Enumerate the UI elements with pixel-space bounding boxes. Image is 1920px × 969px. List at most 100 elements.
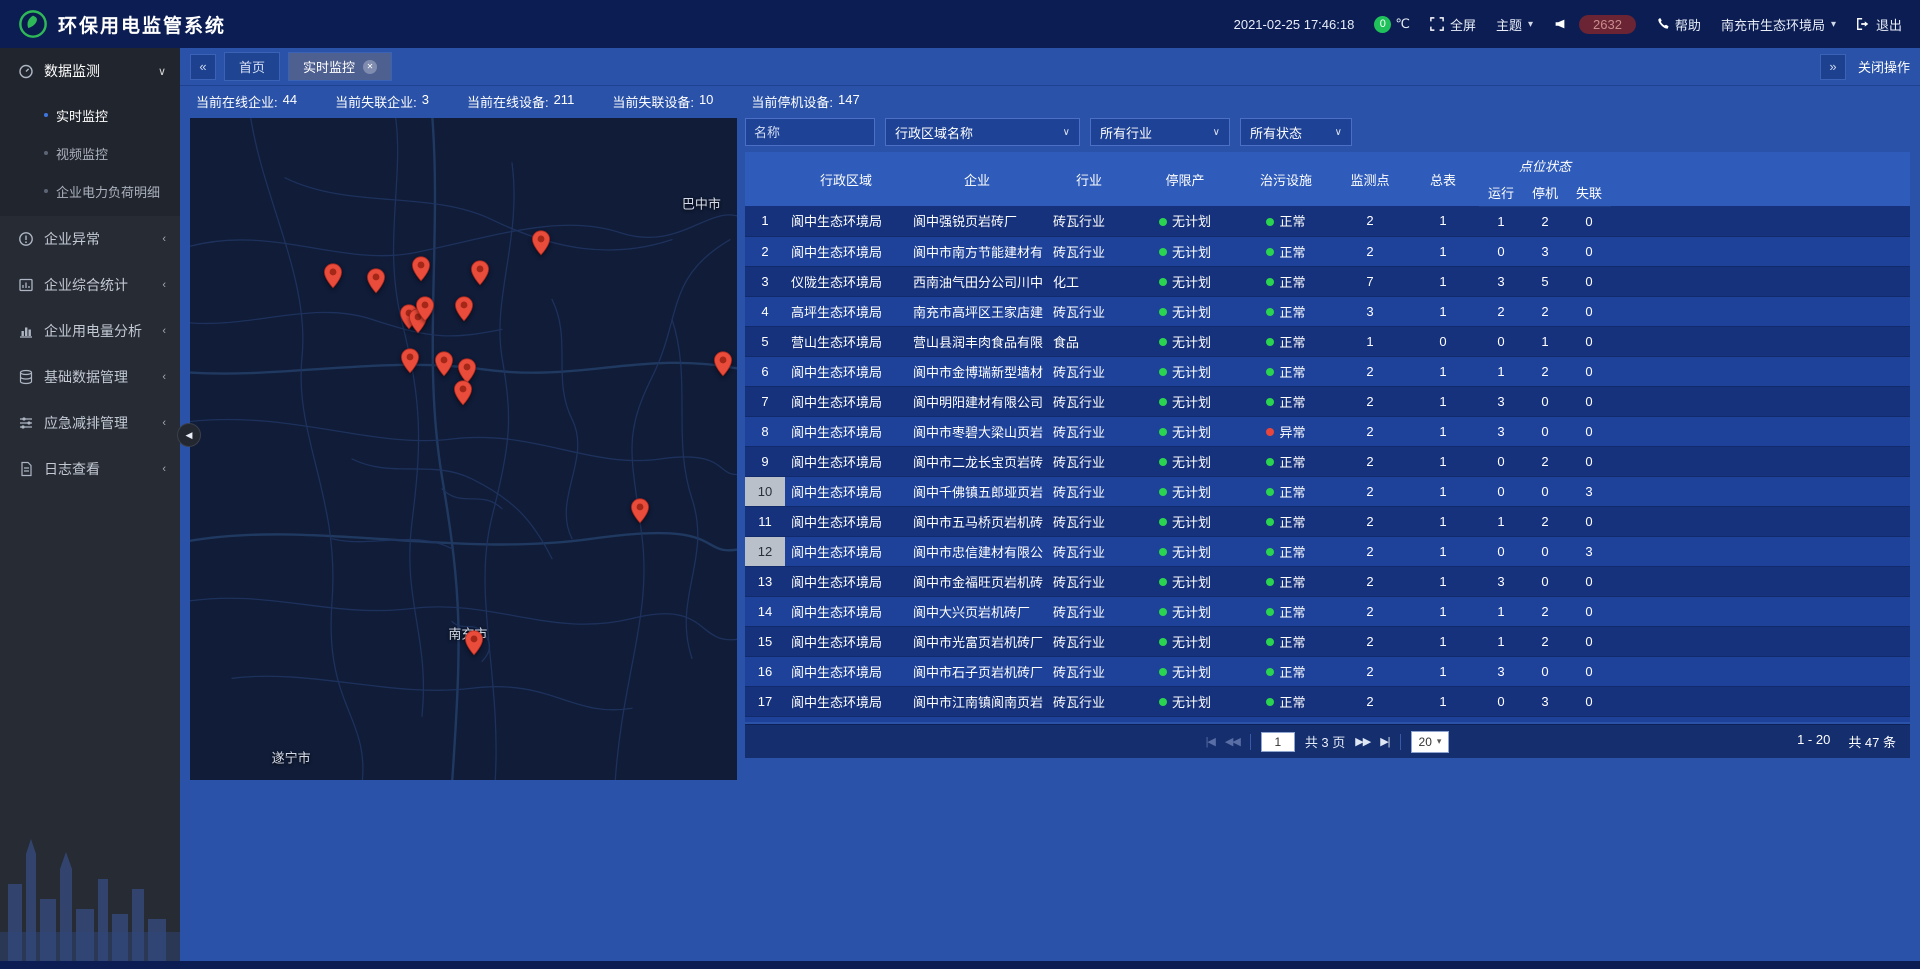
sidebar-item-power-analysis[interactable]: 企业用电量分析 ‹ bbox=[0, 308, 180, 354]
sidebar-item-enterprise-statistics[interactable]: 企业综合统计 ‹ bbox=[0, 262, 180, 308]
sidebar-item-video-monitor[interactable]: 视频监控 bbox=[0, 134, 180, 172]
map-pin[interactable] bbox=[400, 348, 420, 379]
table-row[interactable]: 1阆中生态环境局阆中强锐页岩砖厂砖瓦行业无计划正常21120 bbox=[745, 206, 1910, 236]
map-pin[interactable] bbox=[454, 296, 474, 327]
sidebar-item-base-data-management[interactable]: 基础数据管理 ‹ bbox=[0, 354, 180, 400]
enterprise-panel: 行政区域名称 ∨ 所有行业 ∨ 所有状态 ∨ bbox=[745, 118, 1910, 758]
table-row[interactable]: 16阆中生态环境局阆中市石子页岩机砖厂砖瓦行业无计划正常21300 bbox=[745, 656, 1910, 686]
help-button[interactable]: 帮助 bbox=[1656, 15, 1701, 34]
map-pin[interactable] bbox=[470, 260, 490, 291]
facility-status-cell: 正常 bbox=[1239, 656, 1333, 686]
filler-cell bbox=[1611, 716, 1910, 722]
table-row[interactable]: 11阆中生态环境局阆中市五马桥页岩机砖砖瓦行业无计划正常21120 bbox=[745, 506, 1910, 536]
map-pin[interactable] bbox=[434, 351, 454, 382]
filler-cell bbox=[1611, 566, 1910, 596]
facility-status-cell: 异常 bbox=[1239, 416, 1333, 446]
table-row[interactable]: 18南部生态环境局南部县双华页岩砖有限砖瓦行业无计划正常21030 bbox=[745, 716, 1910, 722]
data-grid: 行政区域 企业 行业 停限产 治污设施 监测点 总表 点位状态 bbox=[745, 152, 1910, 722]
status-filter-select[interactable]: 所有状态 ∨ bbox=[1240, 118, 1352, 146]
table-row[interactable]: 10阆中生态环境局阆中千佛镇五郎垭页岩砖瓦行业无计划正常21003 bbox=[745, 476, 1910, 506]
stat-value: 211 bbox=[554, 92, 575, 111]
map-pin[interactable] bbox=[464, 630, 484, 661]
points-cell: 2 bbox=[1333, 476, 1407, 506]
region-filter-select[interactable]: 行政区域名称 ∨ bbox=[885, 118, 1080, 146]
table-row[interactable]: 12阆中生态环境局阆中市忠信建材有限公砖瓦行业无计划正常21003 bbox=[745, 536, 1910, 566]
points-cell: 2 bbox=[1333, 536, 1407, 566]
lost-cell: 0 bbox=[1567, 626, 1611, 656]
status-filter-value: 所有状态 bbox=[1250, 123, 1302, 142]
name-filter-input[interactable] bbox=[745, 118, 875, 146]
close-icon[interactable]: ✕ bbox=[363, 60, 377, 74]
table-row[interactable]: 5营山生态环境局营山县润丰肉食品有限食品无计划正常10010 bbox=[745, 326, 1910, 356]
col-header-company: 企业 bbox=[907, 152, 1047, 206]
announcement-speaker-icon[interactable] bbox=[1553, 17, 1567, 31]
page-size-select[interactable]: 20 ▾ bbox=[1411, 731, 1450, 753]
sidebar-item-realtime-monitor[interactable]: 实时监控 bbox=[0, 96, 180, 134]
help-label: 帮助 bbox=[1675, 15, 1701, 34]
table-row[interactable]: 9阆中生态环境局阆中市二龙长宝页岩砖砖瓦行业无计划正常21020 bbox=[745, 446, 1910, 476]
next-page-button[interactable]: ▶▶ bbox=[1355, 735, 1370, 748]
table-row[interactable]: 14阆中生态环境局阆中大兴页岩机砖厂砖瓦行业无计划正常21120 bbox=[745, 596, 1910, 626]
sidebar-item-power-load-detail[interactable]: 企业电力负荷明细 bbox=[0, 172, 180, 210]
tab-home[interactable]: 首页 bbox=[224, 52, 280, 81]
sidebar-item-enterprise-abnormal[interactable]: 企业异常 ‹ bbox=[0, 216, 180, 262]
map-pin[interactable] bbox=[713, 351, 733, 382]
map-pin[interactable] bbox=[630, 498, 650, 529]
sidebar-item-label: 企业综合统计 bbox=[44, 275, 152, 295]
company-cell: 南充市高坪区王家店建 bbox=[907, 296, 1047, 326]
map-pin[interactable] bbox=[323, 263, 343, 294]
row-index-cell: 7 bbox=[745, 386, 785, 416]
map-canvas[interactable]: 巴中市南充市遂宁市 bbox=[190, 118, 737, 780]
company-cell: 阆中强锐页岩砖厂 bbox=[907, 206, 1047, 236]
meters-cell: 1 bbox=[1407, 626, 1479, 656]
map-pin[interactable] bbox=[366, 268, 386, 299]
tab-scroll-left-button[interactable]: « bbox=[190, 54, 216, 80]
industry-cell: 砖瓦行业 bbox=[1047, 716, 1131, 722]
stat-lost-companies: 当前失联企业:3 bbox=[335, 92, 429, 111]
table-row[interactable]: 7阆中生态环境局阆中明阳建材有限公司砖瓦行业无计划正常21300 bbox=[745, 386, 1910, 416]
map-pin[interactable] bbox=[415, 296, 435, 327]
table-row[interactable]: 3仪陇生态环境局西南油气田分公司川中化工无计划正常71350 bbox=[745, 266, 1910, 296]
map-pin[interactable] bbox=[411, 256, 431, 287]
theme-dropdown[interactable]: 主题 ▾ bbox=[1496, 15, 1533, 34]
lost-cell: 0 bbox=[1567, 716, 1611, 722]
table-row[interactable]: 8阆中生态环境局阆中市枣碧大梁山页岩砖瓦行业无计划异常21300 bbox=[745, 416, 1910, 446]
sidebar-collapse-handle[interactable]: ◀ bbox=[177, 423, 201, 447]
prev-page-button[interactable]: ◀◀ bbox=[1225, 735, 1240, 748]
table-row[interactable]: 17阆中生态环境局阆中市江南镇阆南页岩砖瓦行业无计划正常21030 bbox=[745, 686, 1910, 716]
map-pin[interactable] bbox=[531, 230, 551, 261]
company-cell: 阆中市南方节能建材有 bbox=[907, 236, 1047, 266]
industry-cell: 砖瓦行业 bbox=[1047, 686, 1131, 716]
map-pin[interactable] bbox=[453, 380, 473, 411]
table-row[interactable]: 2阆中生态环境局阆中市南方节能建材有砖瓦行业无计划正常21030 bbox=[745, 236, 1910, 266]
page-number-input[interactable] bbox=[1261, 732, 1295, 752]
industry-filter-select[interactable]: 所有行业 ∨ bbox=[1090, 118, 1230, 146]
close-operations-button[interactable]: 关闭操作 bbox=[1858, 57, 1910, 76]
table-row[interactable]: 6阆中生态环境局阆中市金博瑞新型墙材砖瓦行业无计划正常21120 bbox=[745, 356, 1910, 386]
sidebar-item-emergency-reduction[interactable]: 应急减排管理 ‹ bbox=[0, 400, 180, 446]
sidebar-item-data-monitoring[interactable]: 数据监测 ∨ bbox=[0, 48, 180, 94]
sidebar-item-log-view[interactable]: 日志查看 ‹ bbox=[0, 446, 180, 492]
filler-cell bbox=[1611, 236, 1910, 266]
tab-scroll-right-button[interactable]: » bbox=[1820, 54, 1846, 80]
sidebar-subitem-label: 实时监控 bbox=[56, 106, 108, 125]
org-dropdown[interactable]: 南充市生态环境局 ▾ bbox=[1721, 15, 1836, 34]
fullscreen-button[interactable]: 全屏 bbox=[1430, 15, 1476, 34]
run-cell: 3 bbox=[1479, 266, 1523, 296]
status-dot-icon bbox=[1266, 458, 1274, 466]
logout-button[interactable]: 退出 bbox=[1856, 15, 1902, 34]
row-index-cell: 9 bbox=[745, 446, 785, 476]
table-row[interactable]: 15阆中生态环境局阆中市光富页岩机砖厂砖瓦行业无计划正常21120 bbox=[745, 626, 1910, 656]
stop-cell: 2 bbox=[1523, 206, 1567, 236]
first-page-button[interactable]: |◀ bbox=[1206, 735, 1215, 748]
stop-cell: 2 bbox=[1523, 446, 1567, 476]
notice-count-badge[interactable]: 2632 bbox=[1579, 15, 1636, 34]
table-row[interactable]: 4高坪生态环境局南充市高坪区王家店建砖瓦行业无计划正常31220 bbox=[745, 296, 1910, 326]
tab-realtime-monitor[interactable]: 实时监控 ✕ bbox=[288, 52, 392, 81]
last-page-button[interactable]: ▶| bbox=[1380, 735, 1389, 748]
table-row[interactable]: 13阆中生态环境局阆中市金福旺页岩机砖砖瓦行业无计划正常21300 bbox=[745, 566, 1910, 596]
industry-cell: 砖瓦行业 bbox=[1047, 596, 1131, 626]
range-label: 1 - 20 bbox=[1797, 732, 1830, 751]
facility-status-cell: 正常 bbox=[1239, 446, 1333, 476]
status-dot-icon bbox=[1159, 428, 1167, 436]
